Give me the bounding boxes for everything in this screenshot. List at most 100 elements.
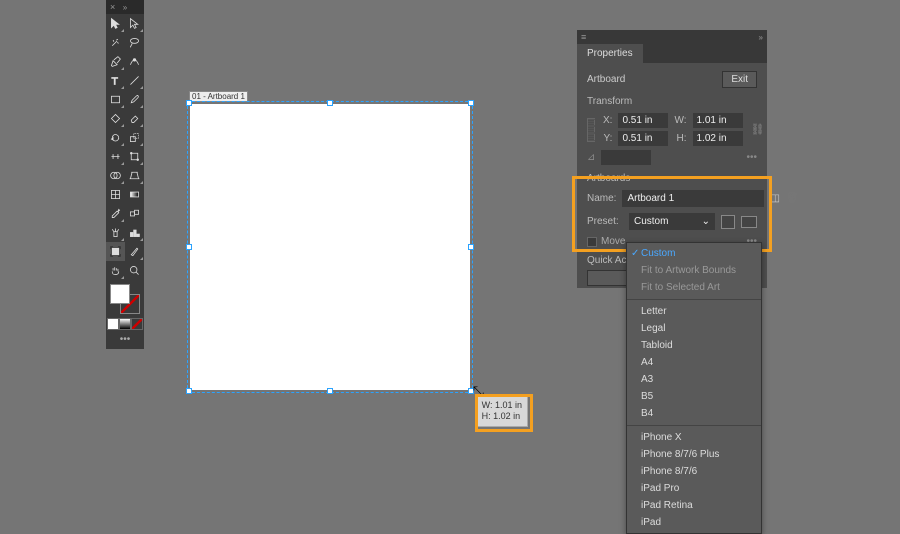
blend-tool[interactable] [125, 204, 144, 223]
preset-option[interactable]: iPhone 8/7/6 Plus [627, 446, 761, 463]
h-label: H: [674, 133, 686, 144]
preset-option[interactable]: iPhone 8/7/6 [627, 463, 761, 480]
selection-outline [187, 101, 473, 393]
slice-tool[interactable] [125, 242, 144, 261]
toolbox: × » T [106, 0, 144, 349]
scale-tool[interactable] [125, 128, 144, 147]
move-art-checkbox[interactable] [587, 237, 597, 247]
symbol-sprayer-tool[interactable] [106, 223, 125, 242]
panel-menu-icon[interactable]: ≡ [581, 32, 586, 42]
panel-tabs: Properties [577, 44, 767, 63]
toolbox-header[interactable]: × » [106, 0, 144, 14]
zoom-tool[interactable] [125, 261, 144, 280]
more-options-icon[interactable]: ••• [746, 152, 757, 163]
x-input[interactable] [618, 113, 668, 128]
mesh-tool[interactable] [106, 185, 125, 204]
preset-option[interactable]: Fit to Artwork Bounds [627, 262, 761, 279]
exit-button[interactable]: Exit [722, 71, 757, 88]
hand-tool[interactable] [106, 261, 125, 280]
resize-handle[interactable] [186, 244, 192, 250]
preset-option[interactable]: A4 [627, 354, 761, 371]
color-mode-icon[interactable] [107, 318, 119, 330]
pen-tool[interactable] [106, 52, 125, 71]
direct-selection-tool[interactable] [125, 14, 144, 33]
preset-option[interactable]: Tabloid [627, 337, 761, 354]
artboard[interactable]: 01 - Artboard 1 ⤡ [190, 104, 470, 390]
preset-option[interactable]: iPad [627, 514, 761, 531]
artboard-name-input[interactable] [622, 190, 764, 207]
preset-label: Preset: [587, 216, 623, 227]
preset-option[interactable]: Fit to Selected Art [627, 279, 761, 296]
chevron-down-icon: ⌄ [702, 216, 710, 227]
shape-builder-tool[interactable] [106, 166, 125, 185]
close-icon[interactable]: × [110, 2, 115, 12]
constrain-proportions-icon[interactable]: ⛓ [751, 123, 765, 136]
curvature-tool[interactable] [125, 52, 144, 71]
column-graph-tool[interactable] [125, 223, 144, 242]
lasso-tool[interactable] [125, 33, 144, 52]
preset-option[interactable]: Letter [627, 303, 761, 320]
new-artboard-icon[interactable]: ◫ [770, 192, 779, 206]
artboard-tool[interactable] [106, 242, 125, 261]
color-swatches: ••• [106, 280, 144, 349]
perspective-grid-tool[interactable] [125, 166, 144, 185]
resize-handle[interactable] [186, 100, 192, 106]
orientation-portrait-icon[interactable] [721, 215, 735, 229]
fill-stroke-swatches[interactable] [110, 284, 140, 314]
preset-dropdown[interactable]: Custom ⌄ [629, 213, 715, 230]
preset-option[interactable]: A3 [627, 371, 761, 388]
svg-text:T: T [111, 76, 118, 87]
name-label: Name: [587, 193, 616, 204]
eraser-tool[interactable] [125, 109, 144, 128]
edit-toolbar-icon[interactable]: ••• [120, 334, 131, 345]
width-tool[interactable] [106, 147, 125, 166]
rectangle-tool[interactable] [106, 90, 125, 109]
paintbrush-tool[interactable] [125, 90, 144, 109]
eyedropper-tool[interactable] [106, 204, 125, 223]
y-label: Y: [603, 133, 612, 144]
preset-option[interactable]: B5 [627, 388, 761, 405]
delete-artboard-icon[interactable]: 🗑 [786, 192, 799, 206]
resize-handle[interactable] [468, 244, 474, 250]
h-input[interactable] [693, 131, 743, 146]
canvas[interactable]: 01 - Artboard 1 ⤡ W: 1.01 in H: 1.02 in [190, 104, 470, 390]
gradient-mode-icon[interactable] [119, 318, 131, 330]
none-mode-icon[interactable] [131, 318, 143, 330]
move-art-label: Move [601, 236, 625, 247]
tab-properties[interactable]: Properties [577, 44, 643, 63]
resize-handle[interactable] [186, 388, 192, 394]
w-label: W: [674, 115, 686, 126]
preset-option[interactable]: iPhone X [627, 429, 761, 446]
type-tool[interactable]: T [106, 71, 125, 90]
gradient-tool[interactable] [125, 185, 144, 204]
preset-dropdown-menu: CustomFit to Artwork BoundsFit to Select… [626, 242, 762, 534]
selection-tool[interactable] [106, 14, 125, 33]
rotate-icon: ⊿ [587, 152, 595, 163]
y-input[interactable] [618, 131, 668, 146]
resize-handle[interactable] [327, 388, 333, 394]
w-input[interactable] [693, 113, 743, 128]
preset-option[interactable]: iPad Pro [627, 480, 761, 497]
preset-option[interactable]: Legal [627, 320, 761, 337]
resize-handle[interactable] [327, 100, 333, 106]
magic-wand-tool[interactable] [106, 33, 125, 52]
preset-option[interactable]: B4 [627, 405, 761, 422]
selection-type-label: Artboard [587, 74, 625, 85]
rotate-tool[interactable] [106, 128, 125, 147]
line-tool[interactable] [125, 71, 144, 90]
orientation-landscape-icon[interactable] [741, 216, 757, 228]
transform-title: Transform [587, 96, 757, 107]
fill-swatch[interactable] [110, 284, 130, 304]
resize-handle[interactable] [468, 100, 474, 106]
shaper-tool[interactable] [106, 109, 125, 128]
reference-point-grid[interactable] [587, 118, 595, 142]
x-label: X: [603, 115, 612, 126]
preset-value: Custom [634, 216, 668, 227]
free-transform-tool[interactable] [125, 147, 144, 166]
collapse-icon[interactable]: » [759, 33, 763, 42]
preset-option[interactable]: Custom [627, 245, 761, 262]
panel-header[interactable]: ≡ » [577, 30, 767, 44]
artboards-title: Artboards [587, 173, 757, 184]
chevron-right-icon[interactable]: » [123, 3, 127, 12]
rotate-input[interactable] [601, 150, 651, 165]
